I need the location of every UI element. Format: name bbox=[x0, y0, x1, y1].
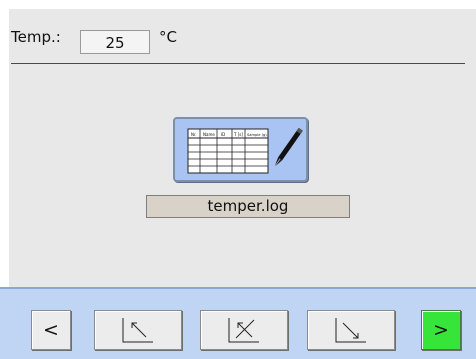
log-file-button[interactable]: Nr. Name ID T [s] Sample (g) bbox=[173, 117, 308, 182]
next-button[interactable]: > bbox=[421, 310, 461, 350]
temperature-field[interactable]: 25 bbox=[80, 30, 150, 54]
next-button-label: > bbox=[433, 319, 449, 341]
arrow-up-left-icon bbox=[122, 318, 153, 343]
next-entry-button[interactable] bbox=[307, 310, 395, 350]
header-divider bbox=[11, 63, 465, 64]
table-header-name: Name bbox=[203, 132, 215, 137]
arrow-down-right-icon bbox=[335, 318, 366, 343]
bottom-toolbar: < > bbox=[0, 287, 476, 359]
temperature-label: Temp.: bbox=[11, 28, 61, 46]
back-button-label: < bbox=[43, 319, 59, 341]
previous-entry-button[interactable] bbox=[94, 310, 182, 350]
table-header-nr: Nr. bbox=[191, 132, 197, 137]
clear-entry-button[interactable] bbox=[200, 310, 288, 350]
table-header-id: ID bbox=[221, 132, 225, 137]
log-filename-field: temper.log bbox=[146, 195, 350, 218]
table-header-time: T [s] bbox=[233, 132, 243, 137]
crossed-arrow-icon bbox=[228, 318, 259, 343]
log-table-pen-icon: Nr. Name ID T [s] Sample (g) bbox=[187, 127, 303, 174]
temperature-unit: °C bbox=[159, 28, 177, 46]
table-header-sample: Sample (g) bbox=[247, 133, 267, 137]
back-button[interactable]: < bbox=[31, 310, 71, 350]
